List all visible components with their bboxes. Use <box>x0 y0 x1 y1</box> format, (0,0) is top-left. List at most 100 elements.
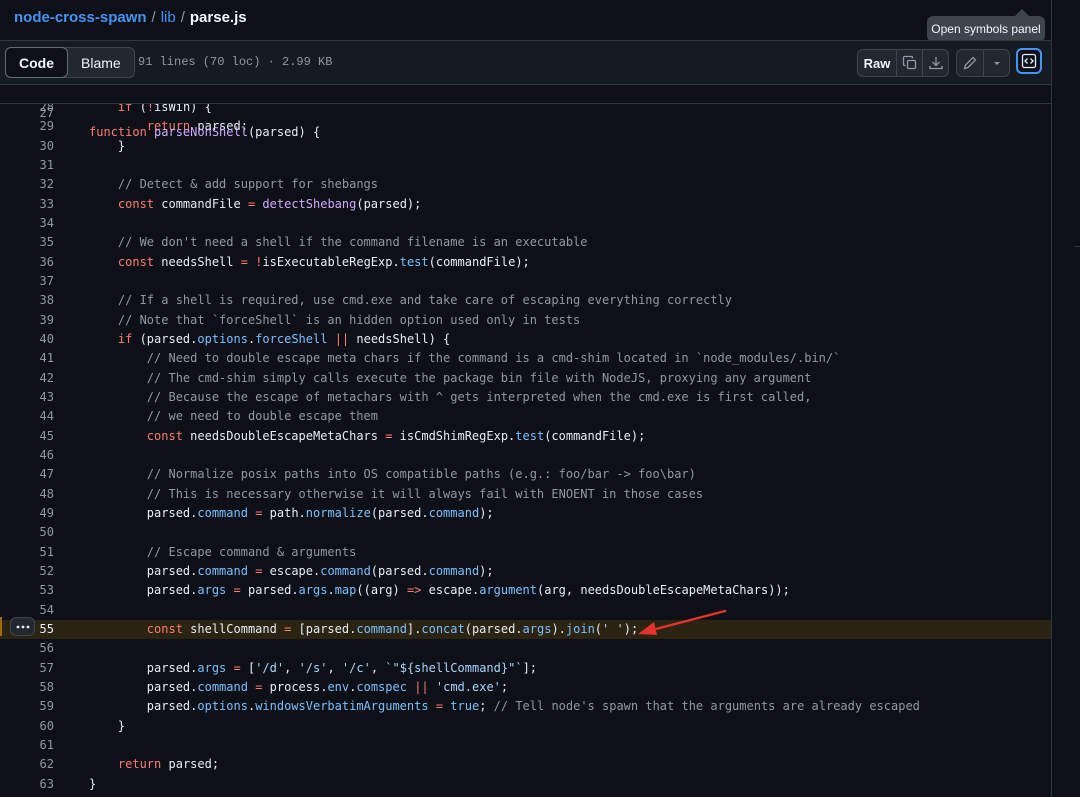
pencil-icon <box>963 56 977 70</box>
line-number[interactable]: 39 <box>0 311 54 330</box>
breadcrumb-dir-link[interactable]: lib <box>161 9 176 26</box>
code-text: parsed.options.windowsVerbatimArguments … <box>89 699 920 714</box>
code-line[interactable]: 31 <box>0 156 1051 175</box>
line-options-button[interactable] <box>10 617 35 636</box>
line-number[interactable]: 42 <box>0 369 54 388</box>
breadcrumb-repo-link[interactable]: node-cross-spawn <box>14 9 147 26</box>
code-line[interactable]: 48 // This is necessary otherwise it wil… <box>0 485 1051 504</box>
line-number[interactable]: 41 <box>0 349 54 368</box>
code-text: return parsed; <box>117 757 220 772</box>
line-number[interactable]: 62 <box>0 755 54 774</box>
symbols-panel-tooltip: Open symbols panel <box>927 8 1045 42</box>
code-line[interactable]: 40 if (parsed.options.forceShell || need… <box>0 330 1051 349</box>
sticky-function-header[interactable]: 27 function parseNonShell(parsed) { <box>0 85 1051 139</box>
code-line[interactable]: 35 // We don't need a shell if the comma… <box>0 233 1051 252</box>
line-number[interactable]: 38 <box>0 291 54 310</box>
sticky-line: 27 function parseNonShell(parsed) { <box>0 85 1051 139</box>
code-line[interactable]: 55 const shellCommand = [parsed.command]… <box>0 619 1051 639</box>
line-number[interactable]: 44 <box>0 407 54 426</box>
code-text: parsed.args = ['/d', '/s', '/c', `"${she… <box>89 660 538 675</box>
code-tab[interactable]: Code <box>5 47 68 78</box>
symbols-panel-button[interactable] <box>1016 48 1042 74</box>
line-number[interactable]: 50 <box>0 523 54 542</box>
code-text: // Because the escape of metachars with … <box>146 389 812 404</box>
edit-file-button[interactable] <box>957 50 983 76</box>
code-text: const needsShell = !isExecutableRegExp.t… <box>117 254 530 269</box>
line-number[interactable]: 47 <box>0 465 54 484</box>
line-number[interactable]: 40 <box>0 330 54 349</box>
panel-divider <box>1051 0 1052 797</box>
code-line[interactable]: 42 // The cmd-shim simply calls execute … <box>0 369 1051 388</box>
line-number[interactable]: 32 <box>0 175 54 194</box>
code-line[interactable]: 45 const needsDoubleEscapeMetaChars = is… <box>0 427 1051 446</box>
more-edit-options-button[interactable] <box>983 50 1009 76</box>
line-number[interactable]: 43 <box>0 388 54 407</box>
line-number[interactable]: 48 <box>0 485 54 504</box>
code-line[interactable]: 38 // If a shell is required, use cmd.ex… <box>0 291 1051 310</box>
copy-icon <box>902 55 916 70</box>
code-line[interactable]: 37 <box>0 272 1051 291</box>
code-line[interactable]: 44 // we need to double escape them <box>0 407 1051 426</box>
line-number[interactable]: 58 <box>0 678 54 697</box>
line-number[interactable]: 61 <box>0 736 54 755</box>
breadcrumb-separator: / <box>180 9 185 26</box>
download-raw-button[interactable] <box>922 50 948 76</box>
line-number[interactable]: 49 <box>0 504 54 523</box>
code-line[interactable]: 50 <box>0 523 1051 542</box>
code-line[interactable]: 43 // Because the escape of metachars wi… <box>0 388 1051 407</box>
code-line[interactable]: 62 return parsed; <box>0 755 1051 774</box>
blame-tab[interactable]: Blame <box>68 48 134 77</box>
code-text: // we need to double escape them <box>146 409 378 424</box>
code-line[interactable]: 33 const commandFile = detectShebang(par… <box>0 195 1051 214</box>
code-line[interactable]: 36 const needsShell = !isExecutableRegEx… <box>0 253 1051 272</box>
code-line[interactable]: 52 parsed.command = escape.command(parse… <box>0 562 1051 581</box>
code-line[interactable]: 63} <box>0 775 1051 794</box>
line-number[interactable]: 63 <box>0 775 54 794</box>
code-text: const commandFile = detectShebang(parsed… <box>117 196 422 211</box>
line-number[interactable]: 34 <box>0 214 54 233</box>
code-line[interactable]: 53 parsed.args = parsed.args.map((arg) =… <box>0 581 1051 600</box>
view-mode-toggle: Code Blame <box>5 47 135 78</box>
code-text: // Normalize posix paths into OS compati… <box>146 467 696 482</box>
line-number[interactable]: 60 <box>0 717 54 736</box>
line-number[interactable]: 56 <box>0 639 54 658</box>
code-line[interactable]: 39 // Note that `forceShell` is an hidde… <box>0 311 1051 330</box>
line-number[interactable]: 46 <box>0 446 54 465</box>
line-number[interactable]: 52 <box>0 562 54 581</box>
code-text: // Note that `forceShell` is an hidden o… <box>117 312 581 327</box>
code-line[interactable]: 56 <box>0 639 1051 658</box>
line-number[interactable]: 35 <box>0 233 54 252</box>
code-line[interactable]: 41 // Need to double escape meta chars i… <box>0 349 1051 368</box>
line-number[interactable]: 57 <box>0 659 54 678</box>
copy-raw-button[interactable] <box>896 50 922 76</box>
line-number[interactable]: 33 <box>0 195 54 214</box>
code-line[interactable]: 54 <box>0 601 1051 620</box>
code-line[interactable]: 60 } <box>0 717 1051 736</box>
breadcrumb-separator: / <box>151 9 156 26</box>
code-text: if (parsed.options.forceShell || needsSh… <box>117 331 451 346</box>
code-line[interactable]: 58 parsed.command = process.env.comspec … <box>0 678 1051 697</box>
line-number[interactable]: 36 <box>0 253 54 272</box>
line-number[interactable]: 59 <box>0 697 54 716</box>
raw-button[interactable]: Raw <box>858 50 896 76</box>
line-number[interactable]: 51 <box>0 543 54 562</box>
file-meta: 91 lines (70 loc) · 2.99 KB <box>138 55 333 69</box>
panel-divider-tick <box>1074 246 1080 247</box>
code-text: } <box>89 718 126 733</box>
code-text: function parseNonShell(parsed) { <box>89 125 321 139</box>
code-text: // Need to double escape meta chars if t… <box>146 351 841 366</box>
code-line[interactable]: 61 <box>0 736 1051 755</box>
code-line[interactable]: 51 // Escape command & arguments <box>0 543 1051 562</box>
line-number[interactable]: 37 <box>0 272 54 291</box>
code-line[interactable]: 57 parsed.args = ['/d', '/s', '/c', `"${… <box>0 659 1051 678</box>
tooltip-pointer <box>1014 8 1030 24</box>
code-line[interactable]: 59 parsed.options.windowsVerbatimArgumen… <box>0 697 1051 716</box>
line-number[interactable]: 45 <box>0 427 54 446</box>
code-line[interactable]: 34 <box>0 214 1051 233</box>
code-line[interactable]: 46 <box>0 446 1051 465</box>
line-number[interactable]: 53 <box>0 581 54 600</box>
code-line[interactable]: 49 parsed.command = path.normalize(parse… <box>0 504 1051 523</box>
code-line[interactable]: 32 // Detect & add support for shebangs <box>0 175 1051 194</box>
code-text: parsed.command = path.normalize(parsed.c… <box>89 505 494 520</box>
code-line[interactable]: 47 // Normalize posix paths into OS comp… <box>0 465 1051 484</box>
